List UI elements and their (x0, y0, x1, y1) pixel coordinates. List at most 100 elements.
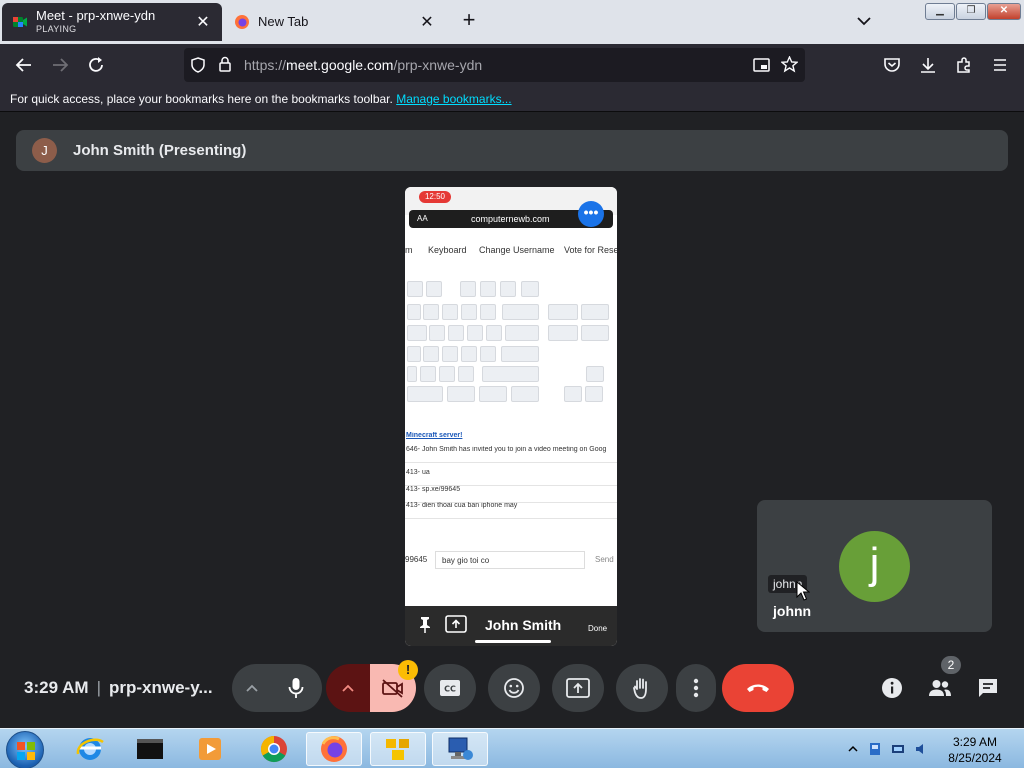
taskbar-console[interactable] (122, 732, 178, 766)
chat-button[interactable] (976, 676, 1000, 700)
url-text[interactable]: https://meet.google.com/prp-xnwe-ydn (244, 57, 482, 73)
people-icon (929, 680, 951, 696)
details-separator: | (96, 678, 101, 697)
phone-menu-item: m (405, 245, 413, 255)
manage-bookmarks-link[interactable]: Manage bookmarks... (396, 92, 511, 106)
windows-logo-icon (17, 742, 35, 760)
keyboard-key (460, 281, 476, 297)
forward-button[interactable] (48, 53, 72, 77)
taskbar-firefox[interactable] (306, 732, 362, 766)
keyboard-key (407, 366, 417, 382)
presenter-bar: J John Smith (Presenting) (16, 130, 1008, 171)
keyboard-key (581, 304, 609, 320)
participant-tile[interactable]: j johnn johnn (757, 500, 992, 632)
bookmarks-hint: For quick access, place your bookmarks h… (10, 92, 393, 106)
show-hidden-icons-icon[interactable] (846, 742, 860, 756)
keyboard-key (448, 325, 464, 341)
keyboard-key (548, 304, 578, 320)
meet-favicon-icon (13, 17, 27, 27)
forward-arrow-icon (53, 58, 69, 72)
present-screen-icon (445, 615, 467, 633)
keyboard-key (479, 386, 507, 402)
raise-hand-button[interactable] (616, 664, 668, 712)
keyboard-key (461, 304, 477, 320)
keyboard-key (502, 304, 539, 320)
more-vert-icon (693, 678, 699, 698)
minimize-button[interactable]: ▁ (925, 3, 955, 20)
downloads-button[interactable] (916, 53, 940, 77)
leave-call-button[interactable] (722, 664, 794, 712)
keyboard-key (467, 325, 483, 341)
close-tab-icon[interactable]: ✕ (418, 12, 436, 32)
network-icon[interactable] (891, 742, 905, 756)
url-bar[interactable]: https://meet.google.com/prp-xnwe-ydn (184, 48, 805, 82)
keyboard-key (407, 325, 427, 341)
participant-name: johnn (773, 603, 812, 619)
keyboard-key (426, 281, 442, 297)
pocket-button[interactable] (880, 53, 904, 77)
menu-button[interactable] (988, 53, 1012, 77)
phone-reader-label: AA (417, 214, 428, 223)
video-options-button[interactable] (326, 664, 370, 712)
pocket-icon (884, 58, 900, 72)
present-screen-icon (566, 678, 590, 698)
new-tab-button[interactable]: + (458, 9, 480, 32)
phone-chat-input: 99645 bay gio toi co Send (405, 551, 617, 569)
present-now-button[interactable] (552, 664, 604, 712)
chat-line: 413- dien thoai cua ban iphone may (405, 502, 617, 519)
console-window-icon (137, 739, 163, 759)
emoji-icon (504, 678, 524, 698)
taskbar-chrome[interactable] (246, 732, 302, 766)
close-tab-icon[interactable]: ✕ (194, 12, 212, 32)
microphone-icon (288, 678, 304, 698)
taskbar-clock[interactable]: 3:29 AM 8/25/2024 (940, 734, 1010, 766)
keyboard-key (521, 281, 539, 297)
participant-avatar: j (839, 531, 910, 602)
back-button[interactable] (12, 53, 36, 77)
keyboard-key (407, 304, 421, 320)
keyboard-key (439, 366, 455, 382)
list-all-tabs-icon[interactable] (854, 10, 874, 32)
keyboard-key (442, 304, 458, 320)
shared-screen: 12:50 AA computernewb.com ••• m Keyboard… (405, 187, 617, 646)
keyboard-key (461, 346, 477, 362)
shield-icon[interactable] (190, 57, 206, 73)
meeting-details-button[interactable] (880, 676, 904, 700)
chevron-up-icon (342, 684, 354, 692)
extensions-button[interactable] (952, 53, 976, 77)
keyboard-key (407, 281, 423, 297)
reload-icon (89, 57, 103, 72)
tab-titles: New Tab (258, 15, 418, 30)
maximize-button[interactable]: ❐ (956, 3, 986, 20)
taskbar-network-app[interactable] (432, 732, 488, 766)
phone-on-screen-keyboard (405, 279, 617, 404)
tray-app-icon[interactable] (868, 742, 882, 756)
presenter-label: John Smith (Presenting) (73, 142, 247, 159)
tab-bar: Meet - prp-xnwe-ydn PLAYING ✕ New Tab ✕ … (0, 0, 1024, 44)
taskbar-media-player[interactable] (182, 732, 238, 766)
keyboard-key (423, 346, 439, 362)
reactions-button[interactable] (488, 664, 540, 712)
taskbar-app-yellow[interactable] (370, 732, 426, 766)
people-button[interactable] (928, 676, 952, 700)
picture-in-picture-icon[interactable] (753, 57, 770, 73)
phone-username: 99645 (405, 555, 428, 564)
start-button[interactable] (6, 731, 44, 768)
bookmark-star-icon[interactable] (781, 56, 798, 73)
tab-meet[interactable]: Meet - prp-xnwe-ydn PLAYING ✕ (2, 3, 222, 41)
window-close-button[interactable]: ✕ (987, 3, 1021, 20)
captions-button[interactable]: CC (424, 664, 476, 712)
more-options-button[interactable] (676, 664, 716, 712)
keyboard-key (442, 346, 458, 362)
chat-icon (979, 679, 997, 697)
download-icon (921, 58, 935, 73)
meeting-details: 3:29 AM | prp-xnwe-y... (24, 678, 213, 698)
audio-options-button[interactable] (232, 664, 272, 712)
taskbar-internet-explorer[interactable] (62, 732, 118, 766)
tab-new-tab[interactable]: New Tab ✕ (224, 3, 446, 41)
reload-button[interactable] (84, 53, 108, 77)
audio-control-group (232, 664, 322, 712)
microphone-button[interactable] (272, 664, 320, 712)
volume-icon[interactable] (914, 742, 928, 756)
lock-icon[interactable] (218, 56, 232, 73)
